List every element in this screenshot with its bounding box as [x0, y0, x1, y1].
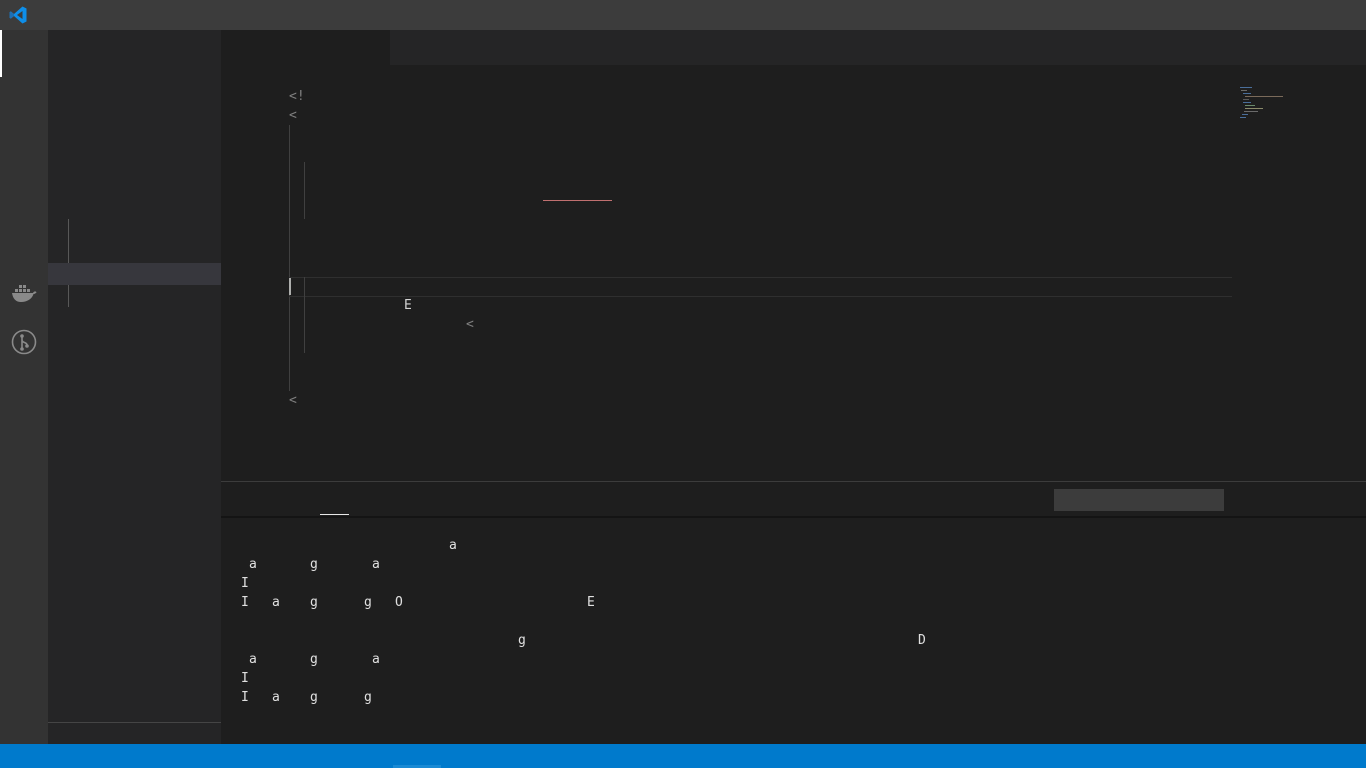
minimap[interactable] — [1239, 85, 1299, 125]
terminal-char: a — [249, 652, 257, 667]
git-graph-icon[interactable] — [11, 329, 37, 355]
terminal-char: I — [241, 671, 249, 686]
panel-header-shadow — [221, 516, 1366, 518]
terminal-char: a — [372, 652, 380, 667]
status-bar — [0, 744, 1366, 768]
code-line: < — [289, 393, 297, 408]
indent-guide — [304, 277, 305, 353]
panel-tab-active-indicator[interactable] — [320, 514, 349, 515]
terminal-char: a — [249, 557, 257, 572]
indent-guide — [289, 125, 290, 391]
terminal-char: O — [395, 595, 403, 610]
terminal-char: g — [310, 652, 318, 667]
sidebar-section-divider — [48, 722, 221, 723]
sidebar — [48, 30, 221, 744]
terminal-char: I — [241, 690, 249, 705]
docker-icon[interactable] — [11, 282, 37, 304]
indent-guide — [304, 162, 305, 219]
current-line-highlight — [289, 277, 1232, 297]
vscode-logo-icon — [9, 6, 27, 24]
panel-header — [221, 482, 1366, 516]
code-line: <! — [289, 89, 305, 104]
terminal-char: g — [364, 690, 372, 705]
text-cursor — [289, 278, 291, 295]
code-line: < — [466, 317, 474, 332]
terminal-char: a — [372, 557, 380, 572]
editor-tab-bar — [221, 30, 1366, 65]
terminal-char: I — [241, 576, 249, 591]
activity-active-indicator — [0, 30, 2, 77]
code-editor[interactable]: <! < E < < — [221, 65, 1366, 481]
error-squiggle — [543, 200, 612, 201]
terminal-char: g — [310, 690, 318, 705]
code-line: < — [289, 108, 297, 123]
terminal-char: a — [449, 538, 457, 553]
terminal-char: I — [241, 595, 249, 610]
editor-tab-active[interactable] — [221, 30, 390, 65]
terminal-char: a — [272, 690, 280, 705]
title-bar — [0, 0, 1366, 30]
code-line: E — [404, 298, 412, 313]
bottom-panel: a a g a I I a g g O E g D a g a I I a g … — [221, 481, 1366, 745]
terminal-char: a — [272, 595, 280, 610]
activity-bar — [0, 30, 48, 744]
terminal-char: g — [310, 557, 318, 572]
terminal-char: D — [918, 633, 926, 648]
terminal-char: g — [518, 633, 526, 648]
terminal-char: g — [364, 595, 372, 610]
terminal-char: E — [587, 595, 595, 610]
panel-filter-input[interactable] — [1054, 489, 1224, 511]
sidebar-selected-item[interactable] — [48, 263, 221, 285]
terminal-char: g — [310, 595, 318, 610]
